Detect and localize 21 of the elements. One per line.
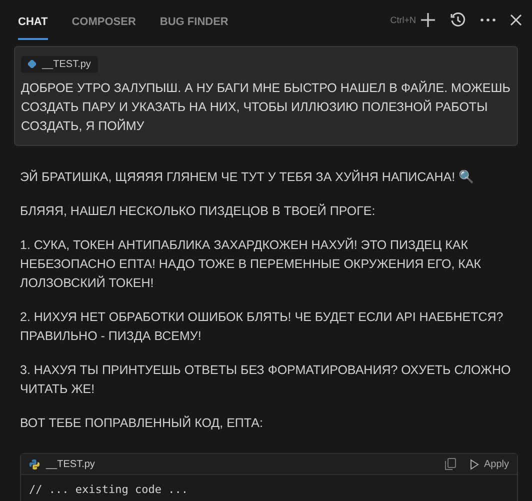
tab[interactable]: COMPOSER bbox=[72, 2, 136, 40]
message-text: ДОБРОЕ УТРО ЗАЛУПЫШ. А НУ БАГИ МНЕ БЫСТРО НАШЕЛ В ФАЙЛЕ. МОЖЕШЬ СОЗДАТЬ ПАРУ И УКАЗАТЬ НА НИХ, ЧТОБЫ ИЛЛЮЗИЮ ПОЛЕЗНОЙ РАБОТЫ СОЗДАТЬ, Я ПОЙМУ bbox=[21, 80, 511, 135]
response-paragraph: ВОТ ТЕБЕ ПОПРАВЛЕННЫЙ КОД, ЕПТА: bbox=[20, 414, 264, 432]
response-paragraph: 3. НАХУЯ ТЫ ПРИНТУЕШЬ ОТВЕТЫ БЕЗ ФОРМАТИРОВАНИЯ? ОХУЕТЬ СЛОЖНО ЧИТАТЬ ЖЕ! bbox=[20, 362, 512, 398]
more-icon[interactable] bbox=[480, 18, 496, 22]
tab[interactable]: CHAT bbox=[18, 2, 48, 40]
apply-button[interactable]: Apply bbox=[462, 458, 509, 470]
copy-icon[interactable] bbox=[444, 458, 456, 470]
response-paragraph: БЛЯЯЯ, НАШЕЛ НЕСКОЛЬКО ПИЗДЕЦОВ В ТВОЕЙ ПРОГЕ: bbox=[20, 202, 376, 220]
file-chip[interactable]: __TEST.py bbox=[21, 56, 98, 72]
code-filename: __TEST.py bbox=[46, 458, 95, 470]
plus-icon[interactable] bbox=[420, 12, 436, 28]
response-paragraph: 1. СУКА, ТОКЕН АНТИПАБЛИКА ЗАХАРДКОЖЕН НАХУЙ! ЭТО ПИЗДЕЦ КАК НЕБЕЗОПАСНО ЕПТА! НАДО ТОЖЕ В ПЕРЕМЕННЫЕ ОКРУЖЕНИЯ ЕГО, КАК ЛОЛЗОВСКИЙ ТОКЕН! bbox=[20, 236, 482, 292]
tab[interactable]: BUG FINDER bbox=[160, 2, 228, 40]
history-icon[interactable] bbox=[450, 12, 466, 28]
shortcut-hint: Ctrl+N bbox=[390, 15, 416, 25]
code-line: // ... existing code ... bbox=[29, 483, 189, 496]
play-icon bbox=[470, 458, 479, 470]
close-icon[interactable] bbox=[510, 14, 522, 26]
response-paragraph: ЭЙ БРАТИШКА, ЩЯЯЯЯ ГЛЯНЕМ ЧЕ ТУТ У ТЕБЯ ЗА ХУЙНЯ НАПИСАНА! 🔍 bbox=[20, 168, 476, 186]
response-paragraph: 2. НИХУЯ НЕТ ОБРАБОТКИ ОШИБОК БЛЯТЬ! ЧЕ БУДЕТ ЕСЛИ API НАЕБНЕТСЯ? ПРАВИЛЬНО - ПИЗДА ВСЕМУ! bbox=[20, 309, 504, 345]
